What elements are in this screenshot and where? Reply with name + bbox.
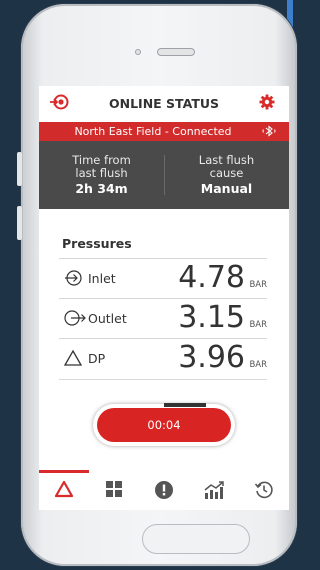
nav-item-dashboard[interactable] [89,480,139,502]
speaker-slot [157,48,195,56]
connection-status: North East Field - Connected [74,125,232,138]
bottom-nav [39,470,289,510]
history-icon [254,481,274,504]
home-button[interactable] [142,524,250,554]
pressure-unit: BAR [249,280,267,290]
pressure-label: Outlet [88,311,127,326]
nav-item-history[interactable] [239,480,289,504]
alert-icon [154,481,174,504]
time-since-flush-label: Time from last flush [72,153,131,180]
volume-up-button [17,152,22,186]
camera-dot [135,49,141,55]
flush-timer-button[interactable]: 00:04 [97,408,231,442]
pressure-value: 3.15 [178,300,245,335]
flush-timer-control: 00:04 [93,404,235,446]
time-since-flush-value: 2h 34m [75,181,128,196]
delta-icon [63,349,83,371]
last-flush-cause-stat: Last flush cause Manual [164,153,289,196]
pressure-label: Inlet [88,271,116,286]
pressure-row-dp: DP 3.96 BAR [59,338,267,380]
pressure-unit: BAR [249,320,267,330]
nav-item-status[interactable] [39,480,89,502]
pressure-value: 4.78 [178,260,245,295]
pressure-row-outlet: Outlet 3.15 BAR [59,298,267,339]
last-flush-cause-value: Manual [200,181,253,196]
bluetooth-icon [262,125,276,140]
time-since-flush-stat: Time from last flush 2h 34m [39,153,164,196]
pressure-unit: BAR [249,360,267,370]
pressure-row-inlet: Inlet 4.78 BAR [59,258,267,299]
connection-banner: North East Field - Connected [39,122,289,141]
flush-stats-panel: Time from last flush 2h 34m Last flush c… [39,141,289,209]
nav-item-alerts[interactable] [139,480,189,504]
pressures-title: Pressures [62,236,132,251]
pressure-label: DP [88,351,106,366]
last-flush-cause-label: Last flush cause [198,153,255,180]
volume-down-button [17,206,22,240]
nav-active-indicator [39,470,89,473]
inlet-arrow-icon [63,269,83,291]
chart-icon [203,481,225,504]
grid-icon [105,481,123,502]
timer-indicator [164,403,206,407]
page-title: ONLINE STATUS [109,96,219,111]
app-screen: ONLINE STATUS North East Field - Connect… [39,86,289,510]
delta-status-icon [54,480,74,502]
outlet-arrow-icon [63,309,87,331]
app-header: ONLINE STATUS [39,86,289,122]
gear-icon[interactable] [259,94,275,114]
nav-item-trends[interactable] [189,480,239,504]
pressure-value: 3.96 [178,340,245,375]
